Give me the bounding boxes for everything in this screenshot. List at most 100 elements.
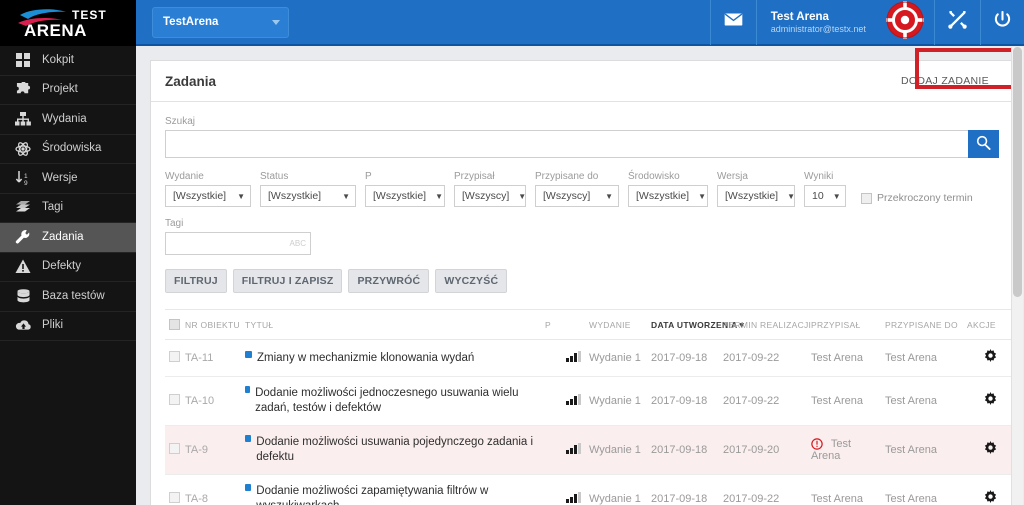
filter-actions: FILTRUJ FILTRUJ I ZAPISZ PRZYWRÓĆ WYCZYŚ…	[165, 269, 999, 293]
overdue-checkbox[interactable]	[861, 192, 872, 204]
restore-button[interactable]: PRZYWRÓĆ	[348, 269, 430, 293]
user-info[interactable]: Test Arena administrator@testx.net	[755, 0, 876, 45]
sidebar-item-zadania[interactable]: Zadania	[0, 223, 136, 253]
sidebar-item-wersje[interactable]: 19 Wersje	[0, 164, 136, 194]
column-header-id[interactable]: NR OBIEKTU	[185, 308, 245, 341]
row-actions-cell[interactable]	[967, 376, 1017, 427]
row-checkbox[interactable]	[169, 443, 180, 455]
filter-przypisane-do-select[interactable]: [Wszyscy] ▼	[535, 185, 619, 207]
filter-label: P	[365, 171, 372, 182]
termin-wrap: 2017-09-22	[723, 352, 807, 364]
settings-button[interactable]	[933, 0, 980, 45]
filter-wyniki-select[interactable]: 10 ▼	[804, 185, 846, 207]
column-header-data-utworzenia[interactable]: DATA UTWORZENIA▼	[651, 308, 746, 341]
row-przypisane-do-cell: Test Arena	[885, 474, 967, 505]
column-header-przypisal[interactable]: PRZYPISAŁ	[811, 308, 885, 341]
sidebar-item-label: Środowiska	[42, 142, 102, 154]
row-actions-cell[interactable]	[967, 425, 1017, 476]
row-przypisal-cell: Test Arena	[811, 339, 885, 378]
row-checkbox[interactable]	[169, 394, 180, 406]
search-input[interactable]	[165, 130, 968, 158]
row-title[interactable]: Dodanie możliwości jednoczesnego usuwani…	[255, 386, 541, 416]
row-id-cell: TA-9	[185, 425, 245, 476]
warning-triangle-icon	[13, 258, 33, 276]
user-name: Test Arena	[770, 10, 829, 23]
add-task-button[interactable]: DODAJ ZADANIE	[891, 68, 999, 94]
logout-button[interactable]	[979, 0, 1024, 45]
row-title[interactable]: Dodanie możliwości usuwania pojedynczego…	[256, 435, 541, 465]
gear-icon[interactable]	[983, 392, 998, 407]
row-title[interactable]: Zmiany w mechanizmie klonowania wydań	[257, 351, 474, 366]
tags-input[interactable]: ABC	[165, 232, 311, 255]
chevron-down-icon: ▼	[518, 191, 527, 201]
overdue-filter[interactable]: Przekroczony termin	[861, 192, 973, 207]
clear-button[interactable]: WYCZYŚĆ	[435, 269, 508, 293]
row-data-cell: 2017-09-18	[651, 339, 723, 378]
sidebar-item-wydania[interactable]: Wydania	[0, 105, 136, 135]
table-row[interactable]: TA-8 Dodanie możliwości zapamiętywania f…	[165, 474, 1017, 505]
sidebar-item-defekty[interactable]: Defekty	[0, 253, 136, 282]
page-scrollbar-thumb[interactable]	[1013, 47, 1022, 297]
filter-priority-select[interactable]: [Wszystkie] ▼	[365, 185, 445, 207]
priority-bars-icon	[566, 394, 581, 406]
filter-wydanie-select[interactable]: [Wszystkie] ▼	[165, 185, 251, 207]
row-select-cell[interactable]	[165, 425, 185, 476]
row-id: TA-10	[185, 395, 215, 408]
filter-status-select[interactable]: [Wszystkie] ▼	[260, 185, 356, 207]
avatar[interactable]	[876, 0, 934, 44]
overdue-warning-icon	[811, 438, 823, 451]
gear-icon[interactable]	[983, 349, 998, 364]
column-header-wydanie[interactable]: WYDANIE	[589, 308, 651, 341]
filter-and-save-button[interactable]: FILTRUJ I ZAPISZ	[232, 269, 343, 293]
sidebar-item-label: Defekty	[42, 260, 81, 272]
panel-header: Zadania DODAJ ZADANIE	[151, 61, 1013, 102]
select-all-header[interactable]	[165, 308, 185, 341]
project-selector[interactable]: TestArena	[152, 6, 289, 38]
page-scrollbar[interactable]	[1011, 47, 1023, 505]
sidebar-item-srodowiska[interactable]: Środowiska	[0, 135, 136, 164]
sidebar-item-projekt[interactable]: Projekt	[0, 76, 136, 105]
wrench-icon	[13, 228, 33, 246]
row-id: TA-9	[185, 444, 209, 457]
filter-button[interactable]: FILTRUJ	[165, 269, 227, 293]
row-checkbox[interactable]	[169, 492, 180, 504]
table-row[interactable]: TA-11 Zmiany w mechanizmie klonowania wy…	[165, 339, 1017, 378]
column-header-title[interactable]: TYTUŁ	[245, 308, 545, 341]
status-dot	[245, 435, 252, 443]
row-select-cell[interactable]	[165, 339, 185, 378]
column-header-przypisane-do[interactable]: PRZYPISANE DO	[885, 308, 967, 341]
gear-icon[interactable]	[983, 441, 998, 456]
messages-button[interactable]	[709, 0, 756, 45]
filter-przypisal-select[interactable]: [Wszyscy] ▼	[454, 185, 526, 207]
row-actions-cell[interactable]	[967, 339, 1017, 378]
row-wydanie-cell: Wydanie 1	[589, 425, 651, 476]
grid-icon	[13, 51, 33, 69]
table-row[interactable]: TA-10 Dodanie możliwości jednoczesnego u…	[165, 376, 1017, 427]
power-icon	[994, 10, 1011, 34]
row-checkbox[interactable]	[169, 351, 180, 363]
tags-hint: ABC	[289, 239, 306, 248]
svg-text:1: 1	[24, 173, 28, 180]
column-header-termin[interactable]: TERMIN REALIZACJI	[723, 308, 811, 341]
sidebar-item-tagi[interactable]: Tagi	[0, 194, 136, 223]
gear-icon[interactable]	[983, 490, 998, 505]
row-actions-cell[interactable]	[967, 474, 1017, 505]
sidebar-item-pliki[interactable]: Pliki	[0, 312, 136, 341]
row-title[interactable]: Dodanie możliwości zapamiętywania filtró…	[256, 484, 541, 505]
table-row[interactable]: TA-9 Dodanie możliwości usuwania pojedyn…	[165, 425, 1017, 476]
row-select-cell[interactable]	[165, 376, 185, 427]
select-all-checkbox[interactable]	[169, 319, 180, 331]
project-selector-value: TestArena	[163, 16, 219, 28]
sidebar-item-baza-testow[interactable]: Baza testów	[0, 282, 136, 312]
filter-wersja-select[interactable]: [Wszystkie] ▼	[717, 185, 795, 207]
tools-icon	[948, 10, 967, 34]
sidebar-item-kokpit[interactable]: Kokpit	[0, 46, 136, 76]
app-logo[interactable]: TEST ARENA	[0, 0, 136, 46]
sidebar-item-label: Zadania	[42, 230, 84, 243]
row-termin: 2017-09-20	[723, 444, 780, 457]
row-select-cell[interactable]	[165, 474, 185, 505]
filter-srodowisko-select[interactable]: [Wszystkie] ▼	[628, 185, 708, 207]
tasks-table: NR OBIEKTU TYTUŁ P WYDANIE DATA UTWORZEN…	[165, 308, 1017, 505]
column-header-priority[interactable]: P	[545, 308, 589, 341]
search-button[interactable]	[967, 130, 999, 158]
